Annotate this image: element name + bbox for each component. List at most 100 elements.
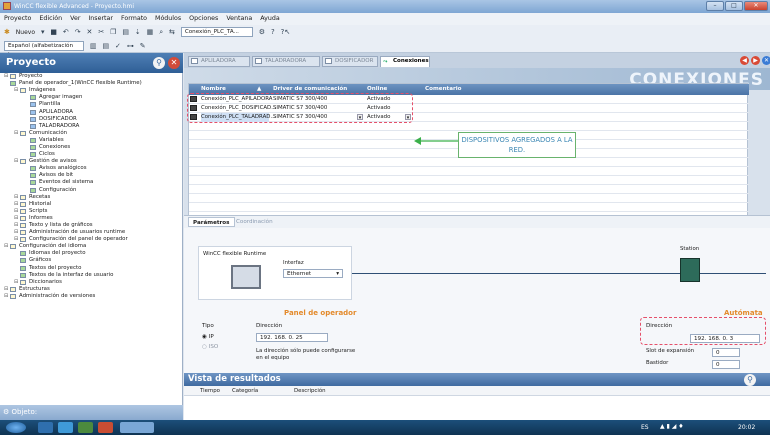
pin-icon[interactable]: ⚲ <box>153 57 165 69</box>
tree-item[interactable]: Agregar imagen <box>0 94 183 101</box>
table-row-empty[interactable] <box>189 194 749 203</box>
context-help-icon[interactable]: ?↖ <box>281 25 291 39</box>
align-icon[interactable]: ▤ <box>102 39 109 53</box>
tree-item[interactable]: Ciclos <box>0 151 183 158</box>
menu-ventana[interactable]: Ventana <box>226 13 252 25</box>
tree-item[interactable]: ⊟ Diccionarios <box>0 279 183 286</box>
wizard-icon[interactable]: ✎ <box>140 39 146 53</box>
clock[interactable]: 20:02 <box>738 424 755 431</box>
taskbar-app-icon[interactable] <box>38 422 53 433</box>
tree-item[interactable]: Avisos analógicos <box>0 165 183 172</box>
new-button[interactable]: Nuevo <box>16 26 35 40</box>
tree-item[interactable]: Variables <box>0 137 183 144</box>
maximize-button[interactable]: □ <box>725 1 743 11</box>
taskbar-app-icon[interactable] <box>98 422 113 433</box>
col-categoria[interactable]: Categoría <box>232 386 258 396</box>
col-descripcion[interactable]: Descripción <box>294 386 326 396</box>
iso-radio[interactable]: ○ ISO <box>202 344 218 350</box>
menu-opciones[interactable]: Opciones <box>189 13 218 25</box>
tree-item[interactable]: ⊟ Estructuras <box>0 286 183 293</box>
close-panel-icon[interactable]: ✕ <box>168 57 180 69</box>
rack-field[interactable]: 0 <box>712 360 740 369</box>
tree-item[interactable]: ⊟ Configuración del idioma <box>0 243 183 250</box>
tray-icons[interactable]: ▲ ▮ ◢ ♦ <box>660 423 684 430</box>
tree-item[interactable]: ⊟ Texto y lista de gráficos <box>0 222 183 229</box>
tab-apiladora[interactable]: APLILADORA <box>188 56 250 67</box>
transfer-icon[interactable]: ▦ <box>147 25 154 39</box>
link-icon[interactable]: ⊶ <box>127 39 134 53</box>
save-icon[interactable]: ■ <box>50 25 57 39</box>
menu-edicion[interactable]: Edición <box>39 13 62 25</box>
online-icon[interactable]: ⚙ <box>259 25 265 39</box>
tab-taladradora[interactable]: TALADRADORA <box>252 56 320 67</box>
panel-ip-field[interactable]: 192. 168. 0. 25 <box>256 333 328 342</box>
table-row-empty[interactable] <box>189 167 749 176</box>
find-icon[interactable]: ⌕ <box>159 25 163 39</box>
tree-item[interactable]: ⊟ Comunicación <box>0 130 183 137</box>
tab-next-icon[interactable]: ▶ <box>751 56 760 65</box>
language-indicator[interactable]: ES <box>641 424 649 431</box>
table-row-empty[interactable] <box>189 176 749 185</box>
tree-item[interactable]: TALADRADORA <box>0 123 183 130</box>
cut-icon[interactable]: ✂ <box>98 25 104 39</box>
tree-item[interactable]: ⊟ Administración de versiones <box>0 293 183 300</box>
tree-item[interactable]: APLILADORA <box>0 108 183 115</box>
menu-formato[interactable]: Formato <box>121 13 147 25</box>
help-icon[interactable]: ? <box>271 25 275 39</box>
plc-ip-field[interactable]: 192. 168. 0. 3 <box>690 334 760 343</box>
taskbar-active-app[interactable] <box>120 422 154 433</box>
tree-item[interactable]: DOSIFICADOR <box>0 116 183 123</box>
menu-proyecto[interactable]: Proyecto <box>4 13 31 25</box>
tree-item[interactable]: ⊟ Informes <box>0 215 183 222</box>
ip-radio[interactable]: ◉ IP <box>202 334 214 340</box>
table-row-empty[interactable] <box>189 185 749 194</box>
taskbar-app-icon[interactable] <box>78 422 93 433</box>
check-icon[interactable]: ✓ <box>115 39 121 53</box>
paste-icon[interactable]: ▤ <box>122 25 129 39</box>
tree-item[interactable]: ⊟ Recetas <box>0 194 183 201</box>
close-button[interactable]: ✕ <box>744 1 768 11</box>
tab-coordinacion[interactable]: Coordinación <box>232 217 277 227</box>
redo-icon[interactable]: ↷ <box>75 25 81 39</box>
tree-item[interactable]: Idiomas del proyecto <box>0 250 183 257</box>
language-combo[interactable]: Español (alfabetización in... <box>4 41 84 58</box>
menu-ayuda[interactable]: Ayuda <box>260 13 279 25</box>
text-tool-icon[interactable]: ▥ <box>90 39 97 53</box>
tab-parametros[interactable]: Parámetros <box>188 217 235 227</box>
tree-item[interactable]: Conexiones <box>0 144 183 151</box>
delete-icon[interactable]: ✕ <box>87 25 93 39</box>
col-comentario[interactable]: Comentario <box>425 84 462 95</box>
copy-icon[interactable]: ❐ <box>110 25 116 39</box>
menu-modulos[interactable]: Módulos <box>155 13 181 25</box>
tree-item[interactable]: Textos del proyecto <box>0 265 183 272</box>
tree-item[interactable]: Configuración <box>0 187 183 194</box>
tab-prev-icon[interactable]: ◀ <box>740 56 749 65</box>
compile-icon[interactable]: ⇣ <box>135 25 141 39</box>
taskbar-app-icon[interactable] <box>58 422 73 433</box>
menu-ver[interactable]: Ver <box>70 13 80 25</box>
tab-conexiones[interactable]: ⤳ Conexiones <box>380 56 430 67</box>
undo-icon[interactable]: ↶ <box>63 25 69 39</box>
minimize-button[interactable]: – <box>706 1 724 11</box>
tree-item[interactable]: Eventos del sistema <box>0 179 183 186</box>
tree-item[interactable]: Gráficos <box>0 257 183 264</box>
tree-item[interactable]: ⊟ Imágenes <box>0 87 183 94</box>
tab-dosificador[interactable]: DOSIFICADOR <box>322 56 378 67</box>
tree-item[interactable]: ⊟ Scripts <box>0 208 183 215</box>
tree-item[interactable]: ⊟ Proyecto <box>0 73 183 80</box>
start-button[interactable] <box>6 422 26 433</box>
interface-select[interactable]: Ethernet ▾ <box>283 269 343 278</box>
tab-close-icon[interactable]: ✕ <box>762 56 770 65</box>
menu-insertar[interactable]: Insertar <box>88 13 113 25</box>
tree-item[interactable]: Textos de la interfaz de usuario <box>0 272 183 279</box>
tree-item[interactable]: ⊟ Historial <box>0 201 183 208</box>
table-row-empty[interactable] <box>189 122 749 131</box>
tree-item[interactable]: Avisos de bit <box>0 172 183 179</box>
connection-combo[interactable]: Conexión_PLC_TA... <box>180 27 253 37</box>
tree-item[interactable]: ⊟ Gestión de avisos <box>0 158 183 165</box>
col-tiempo[interactable]: Tiempo <box>200 386 220 396</box>
slot-field[interactable]: 0 <box>712 348 740 357</box>
open-icon[interactable]: ▾ <box>41 25 45 39</box>
tree-item[interactable]: Panel de operador_1(WinCC flexible Runti… <box>0 80 183 87</box>
tree-item[interactable]: Plantilla <box>0 101 183 108</box>
